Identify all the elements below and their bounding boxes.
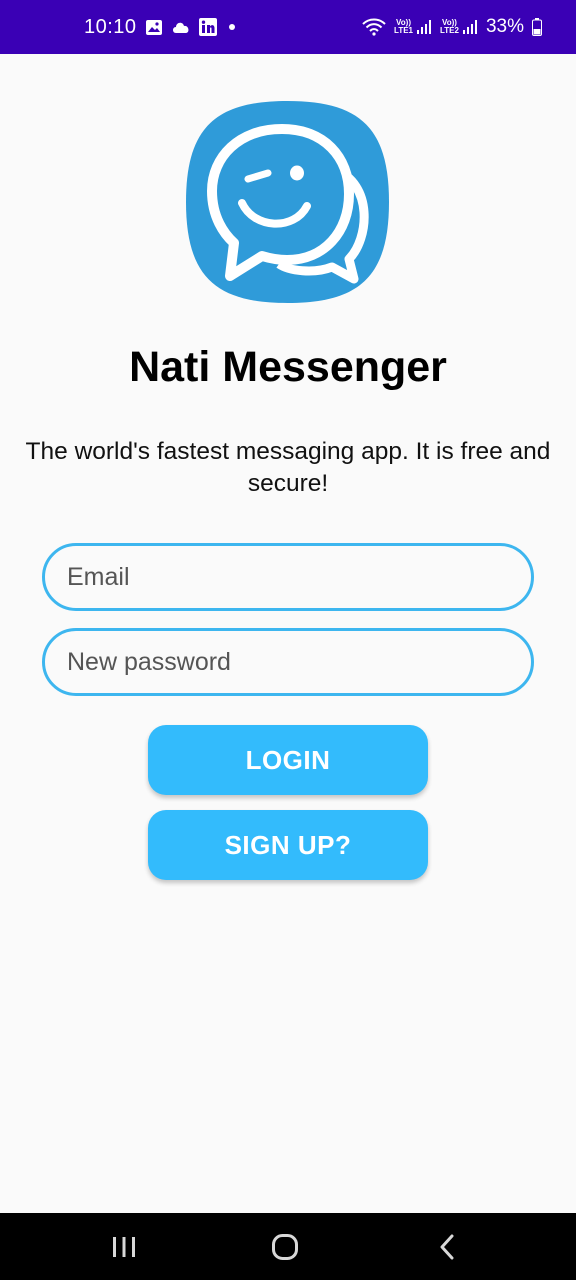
sim1-label: LTE1 xyxy=(394,26,413,35)
status-time: 10:10 xyxy=(84,15,137,38)
status-bar-right: Vo)) LTE1 Vo)) LTE2 33% xyxy=(362,16,542,38)
password-field[interactable] xyxy=(67,647,509,677)
back-icon xyxy=(440,1234,454,1259)
app-logo xyxy=(184,99,391,305)
battery-percent: 33% xyxy=(485,16,524,37)
chat-bubble-wink-icon xyxy=(186,101,389,303)
image-icon xyxy=(145,19,163,36)
home-icon xyxy=(272,1233,298,1260)
sim2-signal: Vo)) LTE2 xyxy=(440,19,478,35)
notification-dot-icon xyxy=(228,24,235,30)
cloud-icon xyxy=(171,20,191,34)
status-bar: 10:10 Vo)) LTE1 Vo)) LTE2 33% xyxy=(0,0,576,54)
navigation-bar xyxy=(0,1213,576,1280)
sim1-signal: Vo)) LTE1 xyxy=(394,19,432,35)
signup-button[interactable]: SIGN UP? xyxy=(148,810,428,880)
recents-button[interactable] xyxy=(84,1213,164,1280)
app-title: Nati Messenger xyxy=(129,343,447,391)
home-button[interactable] xyxy=(245,1213,325,1280)
app-tagline: The world's fastest messaging app. It is… xyxy=(25,438,551,497)
email-field-container[interactable] xyxy=(42,543,534,611)
recents-icon xyxy=(113,1236,135,1257)
linkedin-icon xyxy=(198,18,217,36)
status-bar-left: 10:10 xyxy=(84,16,235,39)
password-field-container[interactable] xyxy=(42,628,534,696)
back-button[interactable] xyxy=(407,1213,487,1280)
battery-icon xyxy=(532,18,542,36)
login-button[interactable]: LOGIN xyxy=(148,725,428,795)
email-field[interactable] xyxy=(67,562,509,592)
sim2-label: LTE2 xyxy=(440,26,459,35)
signal-sim1-icon xyxy=(417,20,431,34)
wifi-icon xyxy=(362,18,386,36)
signal-sim2-icon xyxy=(462,20,477,34)
